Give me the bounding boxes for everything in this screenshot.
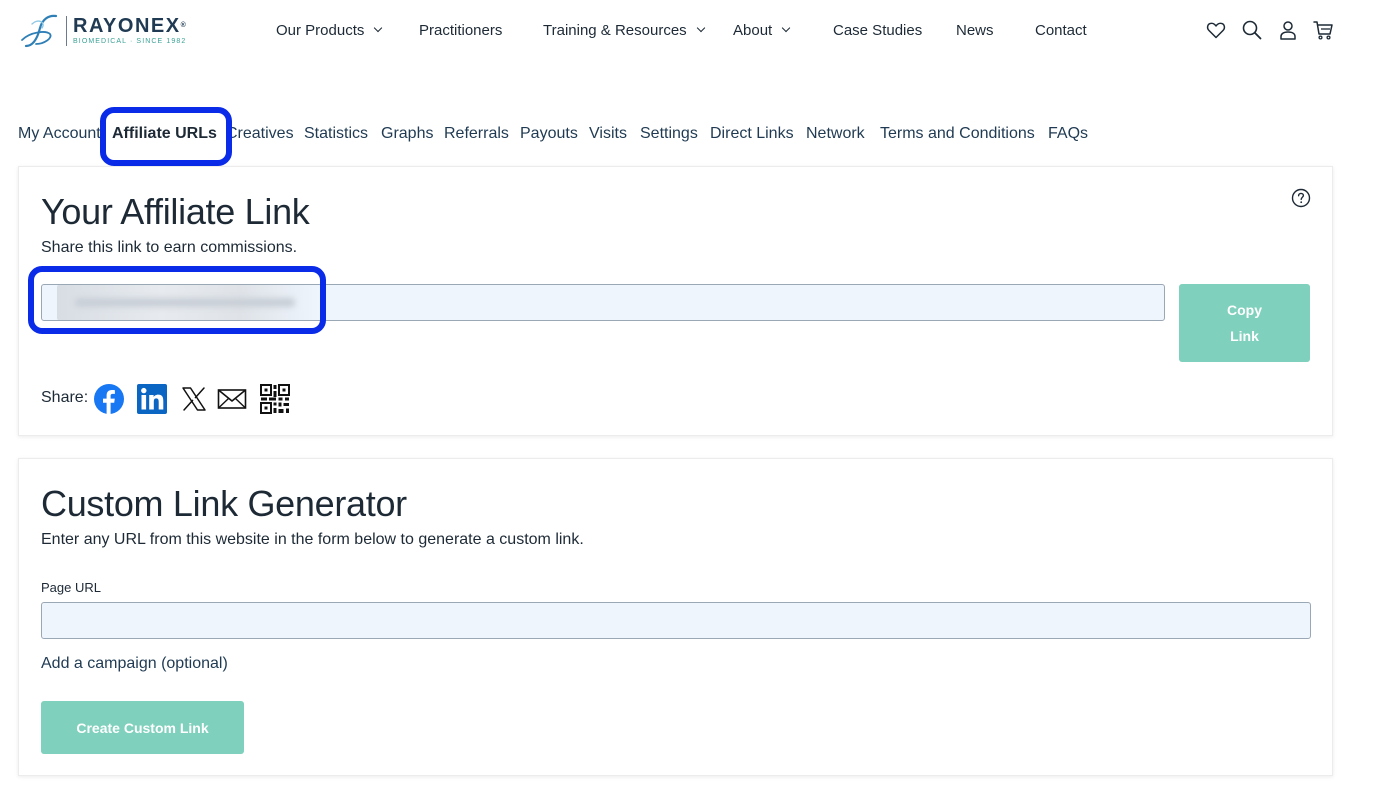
tab-settings[interactable]: Settings	[640, 122, 698, 146]
logo-trademark: ®	[180, 22, 186, 29]
redacted-link-text	[57, 285, 319, 320]
user-icon[interactable]	[1277, 19, 1299, 41]
tab-referrals[interactable]: Referrals	[444, 122, 509, 146]
custom-link-title: Custom Link Generator	[41, 483, 407, 524]
tab-visits[interactable]: Visits	[589, 122, 627, 146]
linkedin-icon[interactable]	[136, 383, 168, 415]
create-custom-link-label: Create Custom Link	[76, 719, 209, 736]
qr-code-icon[interactable]	[259, 383, 291, 415]
chevron-down-icon	[696, 23, 705, 33]
page-url-label: Page URL	[41, 580, 101, 595]
logo-divider	[66, 16, 67, 46]
create-custom-link-button[interactable]: Create Custom Link	[41, 701, 244, 754]
nav-item-about[interactable]: About	[733, 21, 791, 39]
logo-tagline: BIOMEDICAL · SINCE 1982	[73, 38, 187, 45]
logo-wordmark: RAYONEX® BIOMEDICAL · SINCE 1982	[73, 15, 186, 47]
tab-network[interactable]: Network	[806, 122, 865, 146]
nav-item-label: Practitioners	[419, 21, 503, 39]
tab-faqs[interactable]: FAQs	[1048, 122, 1088, 146]
x-icon[interactable]	[178, 383, 210, 415]
chevron-down-icon	[781, 23, 791, 33]
tab-terms-and-conditions[interactable]: Terms and Conditions	[880, 122, 1035, 146]
logo-brand-text: RAYONEX®	[73, 15, 186, 37]
tab-statistics[interactable]: Statistics	[304, 122, 368, 146]
copy-link-button[interactable]: Copy Link	[1179, 284, 1310, 362]
share-label: Share:	[41, 389, 89, 406]
copy-link-label: Copy Link	[1227, 302, 1262, 344]
affiliate-link-title: Your Affiliate Link	[41, 191, 310, 232]
rayonex-logo[interactable]: RAYONEX® BIOMEDICAL · SINCE 1982	[20, 12, 186, 50]
add-campaign-link[interactable]: Add a campaign (optional)	[41, 655, 228, 673]
chevron-down-icon	[374, 23, 383, 33]
rayonex-logo-mark-icon	[21, 14, 58, 48]
tab-affiliate-urls[interactable]: Affiliate URLs	[112, 122, 217, 146]
nav-item-contact[interactable]: Contact	[1035, 22, 1087, 39]
nav-item-label: Training & Resources	[543, 21, 687, 39]
tab-graphs[interactable]: Graphs	[381, 122, 433, 146]
nav-item-training-resources[interactable]: Training & Resources	[543, 21, 705, 39]
nav-item-case-studies[interactable]: Case Studies	[833, 22, 922, 39]
page-url-input[interactable]	[41, 602, 1311, 639]
nav-item-news[interactable]: News	[956, 22, 994, 39]
help-icon[interactable]	[1291, 188, 1311, 208]
facebook-icon[interactable]	[93, 383, 125, 415]
custom-link-generator-card: Custom Link Generator Enter any URL from…	[18, 458, 1333, 776]
nav-item-practitioners[interactable]: Practitioners	[419, 22, 502, 39]
nav-item-label: Case Studies	[833, 21, 923, 39]
custom-link-description: Enter any URL from this website in the f…	[41, 531, 584, 548]
tab-creatives[interactable]: Creatives	[226, 122, 294, 146]
nav-item-label: Contact	[1035, 21, 1087, 39]
nav-item-label: News	[956, 21, 994, 39]
search-icon[interactable]	[1241, 19, 1263, 41]
tab-my-account[interactable]: My Account	[18, 122, 101, 146]
cart-icon[interactable]	[1312, 19, 1334, 41]
nav-item-label: Our Products	[276, 21, 365, 39]
heart-icon[interactable]	[1205, 19, 1227, 41]
affiliate-link-card: Your Affiliate Link Share this link to e…	[18, 166, 1333, 436]
affiliate-link-description: Share this link to earn commissions.	[41, 239, 298, 256]
tab-payouts[interactable]: Payouts	[520, 122, 578, 146]
site-header: RAYONEX® BIOMEDICAL · SINCE 1982 Our Pro…	[0, 0, 1377, 62]
email-icon[interactable]	[216, 383, 248, 415]
tab-direct-links[interactable]: Direct Links	[710, 122, 794, 146]
nav-item-our-products[interactable]: Our Products	[276, 21, 383, 39]
nav-item-label: About	[733, 21, 773, 39]
